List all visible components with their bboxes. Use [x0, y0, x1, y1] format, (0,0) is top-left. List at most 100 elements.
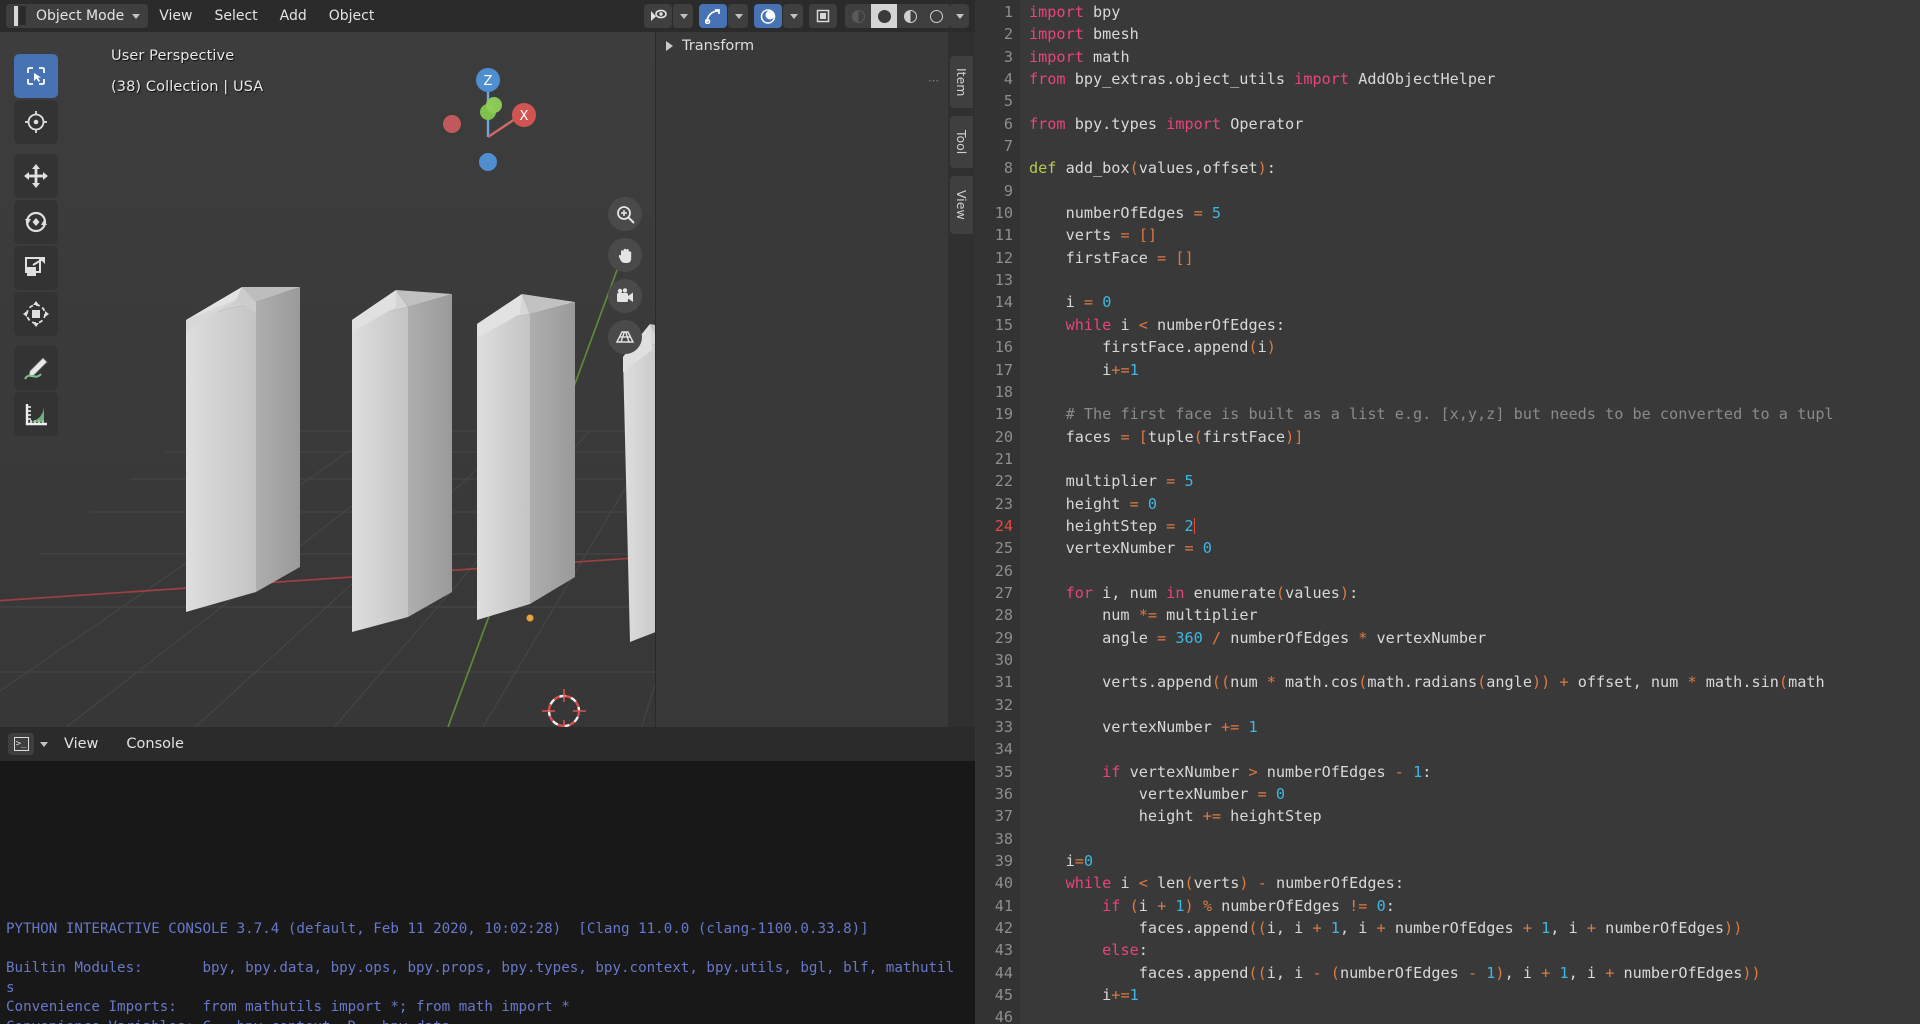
code-line[interactable]: # The first face is built as a list e.g.… — [1029, 403, 1920, 425]
code-line[interactable] — [1029, 448, 1920, 470]
code-line[interactable]: faces = [tuple(firstFace)] — [1029, 426, 1920, 448]
code-line[interactable] — [1029, 135, 1920, 157]
snap-magnet-icon[interactable] — [699, 4, 727, 28]
annotate-tool[interactable] — [14, 346, 58, 390]
code-line[interactable] — [1029, 560, 1920, 582]
code-line[interactable] — [1029, 381, 1920, 403]
code-line[interactable] — [1029, 180, 1920, 202]
line-number: 41 — [994, 896, 1013, 915]
code-line[interactable]: angle = 360 / numberOfEdges * vertexNumb… — [1029, 627, 1920, 649]
object-mode-dropdown[interactable]: Object Mode — [6, 4, 149, 28]
code-line[interactable]: faces.append((i, i - (numberOfEdges - 1)… — [1029, 962, 1920, 984]
move-tool[interactable] — [14, 154, 58, 198]
code-line[interactable]: numberOfEdges = 5 — [1029, 202, 1920, 224]
chevron-down-icon — [735, 13, 743, 19]
proportional-editing-dropdown[interactable] — [783, 4, 803, 28]
transform-tool[interactable] — [14, 292, 58, 336]
text-editor[interactable]: 1 2 3 4 5 6 7 8 9 10 11 12 13 14 15 16 17 18 19 20 21 22 23 24 2… — [975, 0, 1920, 1024]
code-line[interactable]: num *= multiplier — [1029, 604, 1920, 626]
code-line[interactable]: else: — [1029, 939, 1920, 961]
console-line: s — [6, 979, 15, 996]
code-line[interactable]: from bpy_extras.object_utils import AddO… — [1029, 68, 1920, 90]
visibility-dropdown[interactable] — [673, 4, 693, 28]
code-line[interactable]: firstFace = [] — [1029, 247, 1920, 269]
code-line[interactable]: firstFace.append(i) — [1029, 336, 1920, 358]
code-line[interactable]: height = 0 — [1029, 493, 1920, 515]
code-line[interactable]: from bpy.types import Operator — [1029, 113, 1920, 135]
cursor-tool[interactable] — [14, 100, 58, 144]
line-number: 40 — [994, 874, 1013, 893]
pan-hand-icon[interactable] — [608, 238, 642, 272]
shading-dropdown[interactable] — [949, 4, 969, 28]
sidebar-tab-view[interactable]: View — [950, 176, 973, 234]
snapping-group[interactable] — [699, 4, 748, 28]
code-line[interactable] — [1029, 828, 1920, 850]
shading-wireframe-button[interactable] — [845, 4, 871, 28]
code-line[interactable]: height += heightStep — [1029, 805, 1920, 827]
console-editor-type-dropdown[interactable] — [38, 741, 48, 747]
code-line[interactable]: verts.append((num * math.cos(math.radian… — [1029, 671, 1920, 693]
code-line[interactable] — [1029, 738, 1920, 760]
shading-solid-button[interactable] — [871, 4, 897, 28]
code-line[interactable]: import bpy — [1029, 1, 1920, 23]
code-line[interactable] — [1029, 694, 1920, 716]
scale-tool[interactable] — [14, 246, 58, 290]
code-line[interactable] — [1029, 269, 1920, 291]
code-line[interactable]: while i < len(verts) - numberOfEdges: — [1029, 872, 1920, 894]
console-line: Convenience Variables: C = bpy.context, … — [6, 1018, 969, 1024]
code-line[interactable]: faces.append((i, i + 1, i + numberOfEdge… — [1029, 917, 1920, 939]
code-line[interactable]: i+=1 — [1029, 359, 1920, 381]
code-line[interactable]: vertexNumber = 0 — [1029, 537, 1920, 559]
xray-toggle-icon[interactable] — [809, 4, 837, 28]
code-line[interactable]: vertexNumber = 0 — [1029, 783, 1920, 805]
code-line[interactable] — [1029, 1006, 1920, 1024]
panel-grip[interactable]: ⋯ — [928, 74, 940, 87]
visibility-group[interactable] — [644, 4, 693, 28]
visibility-eye-icon[interactable] — [644, 4, 672, 28]
code-line[interactable]: for i, num in enumerate(values): — [1029, 582, 1920, 604]
code-line[interactable]: i = 0 — [1029, 291, 1920, 313]
menu-view[interactable]: View — [148, 4, 203, 28]
measure-tool[interactable] — [14, 392, 58, 436]
console-editor-type-button[interactable]: >_ — [8, 733, 34, 755]
code-line[interactable]: if vertexNumber > numberOfEdges - 1: — [1029, 761, 1920, 783]
code-line[interactable] — [1029, 90, 1920, 112]
sidebar-tab-item[interactable]: Item — [950, 56, 973, 108]
code-content[interactable]: import bpy import bmesh import math from bp… — [1020, 0, 1920, 1024]
code-line[interactable]: i+=1 — [1029, 984, 1920, 1006]
camera-icon[interactable] — [608, 279, 642, 313]
shading-rendered-button[interactable] — [923, 4, 949, 28]
proportional-editing-icon[interactable] — [754, 4, 782, 28]
code-line[interactable] — [1029, 649, 1920, 671]
menu-select[interactable]: Select — [203, 4, 268, 28]
code-line[interactable]: heightStep = 2 — [1029, 515, 1920, 537]
grid-toggle-icon[interactable] — [608, 320, 642, 354]
console-menu-console[interactable]: Console — [114, 736, 196, 752]
shading-material-button[interactable] — [897, 4, 923, 28]
console-output[interactable]: PYTHON INTERACTIVE CONSOLE 3.7.4 (defaul… — [0, 761, 975, 1024]
menu-object[interactable]: Object — [318, 4, 386, 28]
shading-mode-group[interactable] — [845, 4, 969, 28]
console-menu-view[interactable]: View — [52, 736, 110, 752]
tweak-select-tool[interactable] — [14, 54, 58, 98]
code-line[interactable]: verts = [] — [1029, 224, 1920, 246]
sidebar-tab-tool[interactable]: Tool — [950, 116, 973, 168]
line-number: 21 — [994, 449, 1013, 468]
rotate-tool[interactable] — [14, 200, 58, 244]
code-line[interactable]: import bmesh — [1029, 23, 1920, 45]
code-line[interactable]: def add_box(values,offset): — [1029, 157, 1920, 179]
viewport-header: Object Mode View Select Add Object — [0, 0, 975, 32]
menu-add[interactable]: Add — [269, 4, 318, 28]
transform-panel-header[interactable]: Transform — [656, 32, 948, 60]
proportional-editing-group[interactable] — [754, 4, 803, 28]
console-header: >_ View Console — [0, 727, 975, 761]
code-line[interactable]: import math — [1029, 46, 1920, 68]
snapping-dropdown[interactable] — [728, 4, 748, 28]
code-line[interactable]: vertexNumber += 1 — [1029, 716, 1920, 738]
code-line[interactable]: if (i + 1) % numberOfEdges != 0: — [1029, 895, 1920, 917]
zoom-icon[interactable] — [608, 197, 642, 231]
code-line[interactable]: i=0 — [1029, 850, 1920, 872]
code-line[interactable]: multiplier = 5 — [1029, 470, 1920, 492]
code-line[interactable]: while i < numberOfEdges: — [1029, 314, 1920, 336]
navigation-gizmo[interactable]: Z X — [430, 52, 536, 171]
